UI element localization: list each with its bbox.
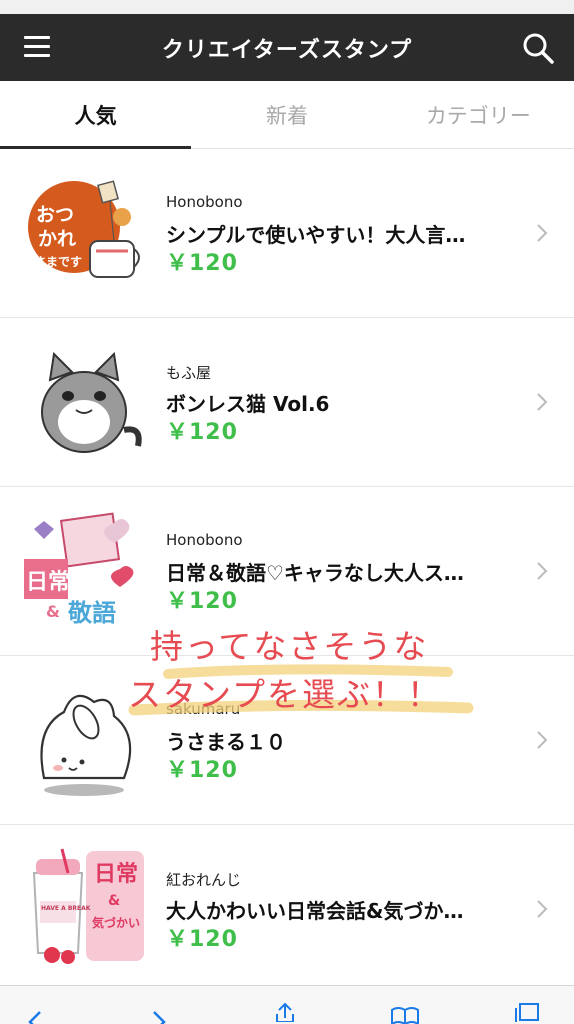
sticker-price: ￥120 <box>166 420 238 445</box>
creator-name: 紅おれんじ <box>166 871 242 889</box>
list-item[interactable]: 日常 & 敬語 Honobono 日常＆敬語♡キャラなし大人ス… ￥120 <box>0 487 574 656</box>
sticker-title: 日常＆敬語♡キャラなし大人ス… <box>166 561 464 585</box>
sticker-title: シンプルで使いやすい！大人言… <box>166 223 466 247</box>
sticker-price: ￥120 <box>166 927 238 952</box>
creator-name: もふ屋 <box>166 364 212 382</box>
sticker-thumbnail-usamaru <box>24 678 146 800</box>
list-item[interactable]: もふ屋 ボンレス猫 Vol.6 ￥120 <box>0 318 574 487</box>
bookmarks-icon[interactable] <box>390 1004 420 1024</box>
sticker-title: ボンレス猫 Vol.6 <box>166 392 330 416</box>
forward-arrow-icon[interactable] <box>144 1010 174 1024</box>
app-header: クリエイターズスタンプ <box>0 14 574 81</box>
back-arrow-icon[interactable] <box>22 1010 52 1024</box>
sticker-title: 大人かわいい日常会話&気づか… <box>166 899 464 923</box>
chevron-right-icon <box>537 562 548 580</box>
svg-text:さまです: さまです <box>34 255 82 269</box>
sticker-thumbnail-nichijou-keigo: 日常 & 敬語 <box>24 509 146 631</box>
sticker-price: ￥120 <box>166 589 238 614</box>
tab-bar: 人気 新着 カテゴリー <box>0 81 574 149</box>
page-title: クリエイターズスタンプ <box>161 37 413 63</box>
chevron-right-icon <box>537 900 548 918</box>
sticker-price: ￥120 <box>166 758 238 783</box>
tab-popular[interactable]: 人気 <box>0 81 192 149</box>
sticker-thumbnail-gray-cat <box>24 340 146 462</box>
tabs-icon[interactable] <box>512 1002 542 1022</box>
thumbnail-text-nichijou: 日常 <box>26 569 70 595</box>
browser-toolbar <box>0 985 574 1024</box>
svg-text:おつ: おつ <box>36 204 74 226</box>
thumbnail-text-nichijou: 日常 <box>94 861 138 887</box>
sticker-price: ￥120 <box>166 251 238 276</box>
creator-name: sakumaru <box>166 700 241 718</box>
tab-new[interactable]: 新着 <box>191 81 382 148</box>
sticker-list: おつ かれ さまです Honobono シンプルで使いやすい！大人言… ￥120 <box>0 149 574 994</box>
list-item[interactable]: sakumaru うさまる１０ ￥120 <box>0 656 574 825</box>
chevron-right-icon <box>537 393 548 411</box>
search-icon[interactable] <box>520 30 556 66</box>
list-item[interactable]: おつ かれ さまです Honobono シンプルで使いやすい！大人言… ￥120 <box>0 149 574 318</box>
creator-name: Honobono <box>166 531 243 549</box>
sticker-thumbnail-nichijou-kizukai: 日常 & 気づかい HAVE A BREAK <box>24 847 146 969</box>
share-icon[interactable] <box>270 1002 300 1022</box>
hamburger-menu-icon[interactable] <box>24 36 50 58</box>
thumbnail-text-kizukai: 気づかい <box>92 915 140 930</box>
tab-category[interactable]: カテゴリー <box>383 81 574 148</box>
sticker-title: うさまる１０ <box>166 730 286 754</box>
thumbnail-text-keigo: 敬語 <box>67 599 116 627</box>
thumbnail-text-and: & <box>108 893 120 909</box>
thumbnail-text-and: & <box>46 602 60 621</box>
thumbnail-text-have-a-break: HAVE A BREAK <box>41 905 91 912</box>
chevron-right-icon <box>537 224 548 242</box>
status-bar <box>0 0 574 14</box>
creator-name: Honobono <box>166 193 243 211</box>
chevron-right-icon <box>537 731 548 749</box>
svg-text:かれ: かれ <box>38 228 76 250</box>
sticker-thumbnail-otsukaresama: おつ かれ さまです <box>24 171 146 293</box>
list-item[interactable]: 日常 & 気づかい HAVE A BREAK 紅おれんじ 大人かわいい日常会話&… <box>0 825 574 994</box>
